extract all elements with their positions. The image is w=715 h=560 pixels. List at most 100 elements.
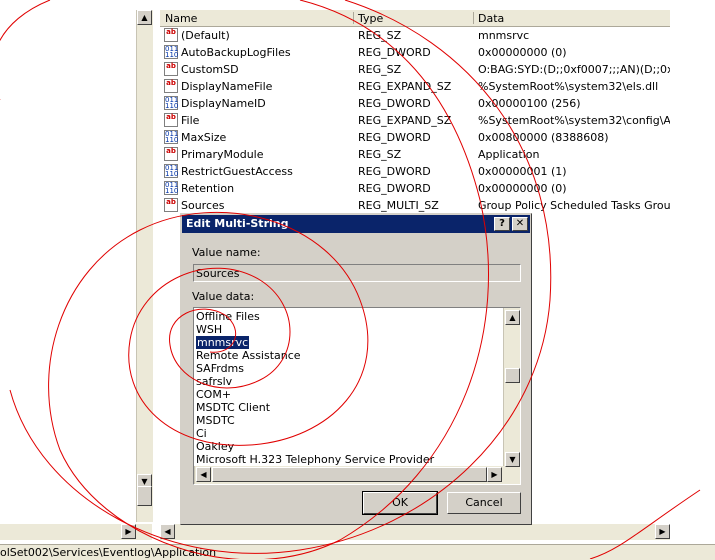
column-header-type[interactable]: Type xyxy=(358,12,383,25)
text-line[interactable]: Microsoft H.323 Telephony Service Provid… xyxy=(196,453,434,466)
text-line[interactable]: mnmsrvc xyxy=(196,336,250,349)
help-icon[interactable]: ? xyxy=(494,217,510,231)
text-line[interactable]: safrslv xyxy=(196,375,232,388)
value-name: File xyxy=(181,114,200,127)
value-data-horizontal-scrollbar[interactable]: ◀ ▶ xyxy=(194,466,504,484)
value-name: MaxSize xyxy=(181,131,227,144)
table-row[interactable]: 011 110 AutoBackupLogFiles REG_DWORD 0x00000… xyxy=(160,44,670,61)
table-row[interactable]: ab Sources REG_MULTI_SZ Group Policy Schedu… xyxy=(160,197,670,214)
text-line[interactable]: Remote Assistance xyxy=(196,349,301,362)
text-line[interactable]: WSH xyxy=(196,323,222,336)
value-data: 0x00000100 (256) xyxy=(478,97,581,110)
dword-value-icon: 011 110 xyxy=(164,130,179,144)
text-line[interactable]: COM+ xyxy=(196,388,231,401)
value-data: Group Policy Scheduled Tasks Group Pol xyxy=(478,199,670,212)
value-data: O:BAG:SYD:(D;;0xf0007;;;AN)(D;;0xf0 xyxy=(478,63,670,76)
column-divider[interactable] xyxy=(353,12,354,24)
value-name-field: Sources xyxy=(193,264,521,282)
value-type: REG_DWORD xyxy=(358,165,431,178)
scroll-right-arrow-icon[interactable]: ▶ xyxy=(121,524,136,539)
value-name: PrimaryModule xyxy=(181,148,264,161)
table-row[interactable]: ab (Default) REG_SZ mnmsrvc xyxy=(160,27,670,44)
value-name: Retention xyxy=(181,182,235,195)
value-name-text: Sources xyxy=(196,267,240,280)
cancel-button[interactable]: Cancel xyxy=(447,492,521,514)
value-type: REG_SZ xyxy=(358,29,402,42)
list-horizontal-scrollbar[interactable]: ◀ ▶ xyxy=(160,524,670,540)
table-row[interactable]: 011 110 RestrictGuestAccess REG_DWORD 0x0000… xyxy=(160,163,670,180)
value-data: 0x00000001 (1) xyxy=(478,165,567,178)
column-divider[interactable] xyxy=(473,12,474,24)
table-row[interactable]: ab DisplayNameFile REG_EXPAND_SZ %SystemRoo… xyxy=(160,78,670,95)
value-data-scrollbar[interactable]: ▲ ▼ xyxy=(503,308,520,484)
string-value-icon: ab xyxy=(164,113,178,127)
text-line[interactable]: Oakley xyxy=(196,440,234,453)
scroll-left-arrow-icon[interactable]: ◀ xyxy=(160,524,175,539)
text-line[interactable]: MSDTC Client xyxy=(196,401,270,414)
value-type: REG_EXPAND_SZ xyxy=(358,80,452,93)
value-type: REG_DWORD xyxy=(358,131,431,144)
scroll-right-arrow-icon[interactable]: ▶ xyxy=(487,467,502,482)
value-name: DisplayNameFile xyxy=(181,80,273,93)
scroll-up-arrow-icon[interactable]: ▲ xyxy=(137,10,152,25)
scroll-up-arrow-icon[interactable]: ▲ xyxy=(505,310,520,325)
column-header-data[interactable]: Data xyxy=(478,12,504,25)
scroll-left-arrow-icon[interactable]: ◀ xyxy=(196,467,211,482)
scroll-down-arrow-icon[interactable]: ▼ xyxy=(505,452,520,467)
dword-value-icon: 011 110 xyxy=(164,164,179,178)
value-type: REG_DWORD xyxy=(358,97,431,110)
value-data-label: Value data: xyxy=(192,290,255,303)
value-data: 0x00800000 (8388608) xyxy=(478,131,609,144)
close-icon[interactable]: ✕ xyxy=(512,217,528,231)
dword-value-icon: 011 110 xyxy=(164,45,179,59)
text-line[interactable]: Ci xyxy=(196,427,207,440)
scroll-thumb[interactable] xyxy=(212,467,487,482)
string-value-icon: ab xyxy=(164,198,178,212)
key-tree-pane[interactable] xyxy=(0,10,136,522)
scroll-thumb[interactable] xyxy=(137,486,152,506)
text-line[interactable]: SAFrdms xyxy=(196,362,244,375)
value-name: DisplayNameID xyxy=(181,97,266,110)
value-name: CustomSD xyxy=(181,63,239,76)
value-data: mnmsrvc xyxy=(478,29,530,42)
scroll-right-arrow-icon[interactable]: ▶ xyxy=(655,524,670,539)
table-row[interactable]: ab File REG_EXPAND_SZ %SystemRoot%\system32… xyxy=(160,112,670,129)
value-data: Application xyxy=(478,148,540,161)
value-name: AutoBackupLogFiles xyxy=(181,46,291,59)
value-data: %SystemRoot%\system32\config\AppE xyxy=(478,114,670,127)
table-row[interactable]: 011 110 Retention REG_DWORD 0x00000000 (0) xyxy=(160,180,670,197)
table-row[interactable]: 011 110 MaxSize REG_DWORD 0x00800000 (838860… xyxy=(160,129,670,146)
value-name: RestrictGuestAccess xyxy=(181,165,293,178)
string-value-icon: ab xyxy=(164,28,178,42)
value-data: 0x00000000 (0) xyxy=(478,46,567,59)
ok-button[interactable]: OK xyxy=(362,491,438,515)
status-path: olSet002\Services\Eventlog\Application xyxy=(0,546,217,559)
tree-horizontal-scrollbar[interactable]: ▶ xyxy=(0,524,152,540)
string-value-icon: ab xyxy=(164,147,178,161)
table-row[interactable]: ab CustomSD REG_SZ O:BAG:SYD:(D;;0xf0007;;;… xyxy=(160,61,670,78)
value-name-label: Value name: xyxy=(192,246,261,259)
value-type: REG_MULTI_SZ xyxy=(358,199,439,212)
status-bar: olSet002\Services\Eventlog\Application xyxy=(0,544,715,560)
string-value-icon: ab xyxy=(164,62,178,76)
dword-value-icon: 011 110 xyxy=(164,96,179,110)
table-row[interactable]: 011 110 DisplayNameID REG_DWORD 0x00000100 (… xyxy=(160,95,670,112)
value-type: REG_DWORD xyxy=(358,182,431,195)
value-name: Sources xyxy=(181,199,225,212)
text-line[interactable]: MSDTC xyxy=(196,414,235,427)
column-header-name[interactable]: Name xyxy=(165,12,197,25)
tree-vertical-scrollbar[interactable]: ▲ ▼ xyxy=(136,10,153,522)
value-name: (Default) xyxy=(181,29,230,42)
edit-multi-string-dialog: Edit Multi-String ? ✕ Value name: Source… xyxy=(180,213,532,525)
value-type: REG_SZ xyxy=(358,63,402,76)
table-row[interactable]: ab PrimaryModule REG_SZ Application xyxy=(160,146,670,163)
scroll-thumb[interactable] xyxy=(505,368,520,383)
value-type: REG_DWORD xyxy=(358,46,431,59)
value-type: REG_SZ xyxy=(358,148,402,161)
dialog-titlebar[interactable]: Edit Multi-String ? ✕ xyxy=(182,215,530,233)
dword-value-icon: 011 110 xyxy=(164,181,179,195)
text-line[interactable]: Offline Files xyxy=(196,310,260,323)
list-header: Name Type Data xyxy=(160,10,670,27)
value-data: 0x00000000 (0) xyxy=(478,182,567,195)
value-data-textarea[interactable]: Offline Files WSH mnmsrvc Remote Assistance… xyxy=(193,307,521,485)
